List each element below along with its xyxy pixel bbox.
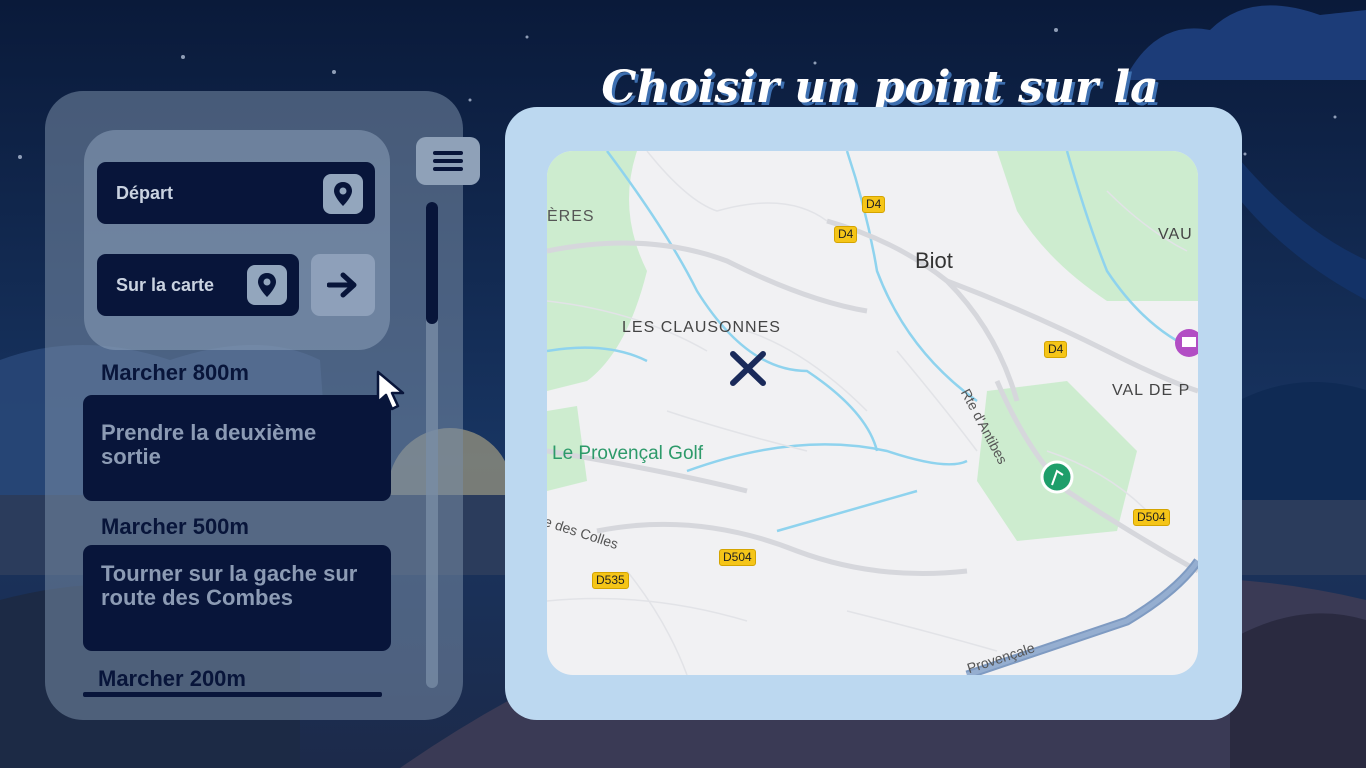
place-label: Le Provençal Golf	[552, 443, 704, 464]
step-distance: Marcher 800m	[101, 360, 249, 385]
arrow-right-icon	[327, 272, 357, 298]
scrollbar-thumb[interactable]	[426, 202, 438, 324]
place-label: ÈRES	[547, 208, 595, 225]
step-distance: Marcher 500m	[101, 514, 249, 539]
map-pin-icon	[258, 273, 276, 297]
destination-pin-button[interactable]	[247, 265, 287, 305]
close-x-marker	[730, 351, 766, 386]
place-label: Biot	[915, 248, 953, 273]
place-label: LES CLAUSONNES	[622, 319, 781, 336]
step-distance: Marcher 200m	[98, 666, 246, 691]
step-instruction-card: Tourner sur la gache sur route des Combe…	[83, 545, 391, 651]
place-label: VAL DE P	[1112, 382, 1191, 399]
divider	[83, 692, 382, 697]
map-view[interactable]: ÈRES LES CLAUSONNES Biot VAU VAL DE P Le…	[547, 151, 1198, 675]
road-number-tag: D4	[862, 196, 886, 213]
menu-button[interactable]	[416, 137, 480, 185]
road-number-tag: D4	[834, 226, 858, 243]
map-pin-icon	[334, 182, 352, 206]
go-button[interactable]	[311, 254, 375, 316]
mouse-pointer-icon	[376, 370, 405, 411]
step-instruction-card: Prendre la deuxième sortie	[83, 395, 391, 501]
road-number-tag: D535	[592, 572, 629, 589]
road-number-tag: D4	[1044, 341, 1068, 358]
map-roads	[547, 151, 1198, 675]
road-number-tag: D504	[719, 549, 756, 566]
road-number-tag: D504	[1133, 509, 1170, 526]
destination-label: Sur la carte	[116, 274, 215, 295]
departure-label: Départ	[116, 182, 174, 203]
place-label: VAU	[1158, 226, 1193, 243]
departure-pin-button[interactable]	[323, 174, 363, 214]
hamburger-menu-icon	[433, 151, 463, 171]
